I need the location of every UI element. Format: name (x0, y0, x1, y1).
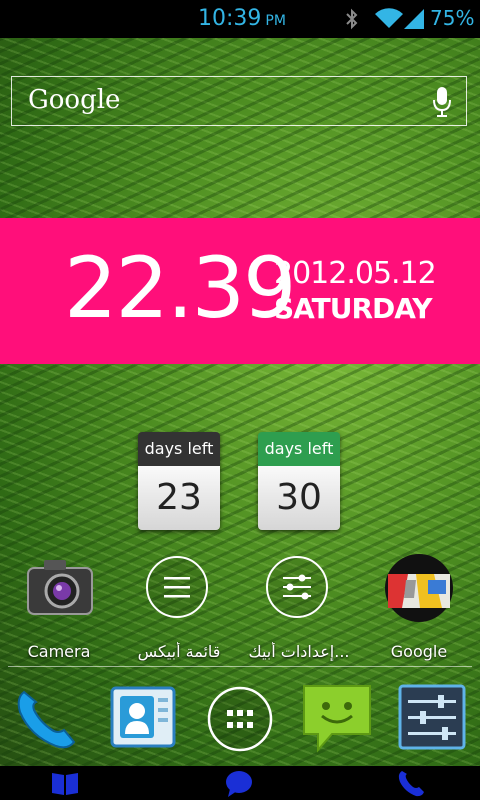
settings-icon (398, 684, 466, 750)
phone-icon[interactable] (396, 769, 426, 797)
status-clock: 10:39 PM (198, 6, 286, 31)
countdown-header: days left (258, 432, 340, 466)
countdown-widget-1[interactable]: days left 23 (138, 432, 220, 530)
app-apex-menu[interactable]: قائمة أبيكس (124, 554, 234, 664)
contacts-icon (110, 686, 176, 748)
status-time-value: 10:39 (198, 6, 262, 31)
menu-icon (146, 556, 208, 618)
signal-icon (404, 9, 424, 29)
status-bar: 10:39 PM 75% (0, 0, 480, 38)
dock-settings[interactable] (398, 684, 468, 754)
countdown-header: days left (138, 432, 220, 466)
wifi-icon (375, 8, 403, 29)
clock-day: SATURDAY (274, 292, 433, 325)
app-google-maps[interactable]: Google (364, 554, 474, 664)
dock-divider (8, 666, 472, 667)
app-drawer-icon (207, 686, 273, 752)
phone-icon (17, 690, 76, 749)
camera-icon (27, 560, 93, 615)
book-icon[interactable] (50, 769, 80, 797)
mic-icon[interactable] (432, 86, 452, 118)
settings-sliders-icon (266, 556, 328, 618)
google-logo: Google (28, 85, 121, 115)
app-label: إعدادات أبيك... (248, 642, 350, 661)
app-apex-settings[interactable]: إعدادات أبيك... (244, 554, 354, 664)
bottom-bar (0, 766, 480, 800)
battery-level: 75% (430, 6, 475, 30)
app-label: Camera (27, 642, 91, 661)
app-label: Google (390, 642, 448, 661)
google-maps-icon (385, 554, 453, 622)
google-search-bar[interactable]: Google (11, 76, 467, 126)
dock-contacts[interactable] (108, 684, 178, 754)
chat-icon[interactable] (224, 769, 254, 797)
messaging-icon (303, 685, 371, 753)
dock-app-drawer[interactable] (205, 684, 275, 754)
countdown-value: 23 (138, 466, 220, 530)
app-label: قائمة أبيكس (137, 642, 221, 661)
app-camera[interactable]: Camera (4, 554, 114, 664)
dock-messaging[interactable] (302, 684, 372, 754)
clock-time: 22.39 (64, 239, 296, 337)
bluetooth-icon (346, 8, 358, 30)
clock-date: 2012.05.12 (274, 256, 437, 291)
status-ampm: PM (265, 13, 286, 29)
dock-phone[interactable] (12, 684, 82, 754)
clock-widget[interactable]: 22.39 2012.05.12 SATURDAY (0, 218, 480, 364)
countdown-value: 30 (258, 466, 340, 530)
countdown-widget-2[interactable]: days left 30 (258, 432, 340, 530)
